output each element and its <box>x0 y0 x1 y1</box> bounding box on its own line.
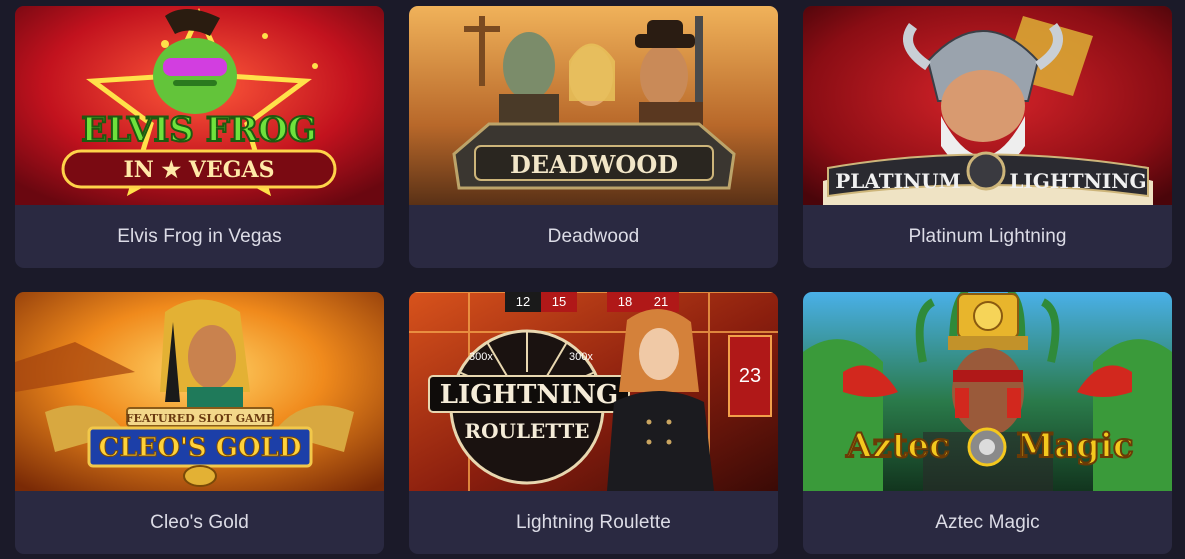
game-title[interactable]: Aztec Magic <box>803 491 1172 554</box>
multiplier-badge: 300x <box>569 351 593 363</box>
game-title[interactable]: Cleo's Gold <box>15 491 384 554</box>
game-card-cleos-gold[interactable]: FEATURED SLOT GAME CLEO'S GOLD Cleo's Go… <box>15 292 384 554</box>
logo-featured-label: FEATURED SLOT GAME <box>126 412 275 425</box>
logo-title-aztec: Aztec <box>845 426 950 466</box>
game-title[interactable]: Platinum Lightning <box>803 205 1172 268</box>
game-card-platinum-lightning[interactable]: PLATINUM LIGHTNING Platinum Lightning <box>803 6 1172 268</box>
roulette-number: 21 <box>654 294 668 309</box>
game-title[interactable]: Elvis Frog in Vegas <box>15 205 384 268</box>
game-card-elvis-frog[interactable]: ELVIS FROG IN ★ VEGAS Elvis Frog in Vega… <box>15 6 384 268</box>
game-title[interactable]: Lightning Roulette <box>409 491 778 554</box>
game-thumbnail-elvis-frog[interactable]: ELVIS FROG IN ★ VEGAS <box>15 6 384 205</box>
game-thumbnail-deadwood[interactable]: DEADWOOD <box>409 6 778 205</box>
game-thumbnail-lightning-roulette[interactable]: 12 15 18 21 23 300x 300x LIGHTNING ROULE… <box>409 292 778 491</box>
roulette-number: 15 <box>552 294 566 309</box>
game-grid: ELVIS FROG IN ★ VEGAS Elvis Frog in Vega… <box>0 0 1185 559</box>
game-thumbnail-cleos-gold[interactable]: FEATURED SLOT GAME CLEO'S GOLD <box>15 292 384 491</box>
game-title[interactable]: Deadwood <box>409 205 778 268</box>
game-card-deadwood[interactable]: DEADWOOD Deadwood <box>409 6 778 268</box>
logo-title-elvis-frog: ELVIS FROG <box>81 110 317 150</box>
logo-title-magic: Magic <box>1016 426 1133 466</box>
roulette-number: 18 <box>618 294 632 309</box>
game-card-lightning-roulette[interactable]: 12 15 18 21 23 300x 300x LIGHTNING ROULE… <box>409 292 778 554</box>
logo-subtitle-platinum-lightning: LIGHTNING <box>1009 169 1146 193</box>
game-card-aztec-magic[interactable]: Aztec Magic Aztec Magic <box>803 292 1172 554</box>
roulette-number: 23 <box>739 365 761 387</box>
logo-subtitle-elvis-frog: IN ★ VEGAS <box>123 157 274 183</box>
roulette-number: 12 <box>516 294 530 309</box>
game-thumbnail-aztec-magic[interactable]: Aztec Magic <box>803 292 1172 491</box>
logo-title-lightning-roulette: LIGHTNING <box>440 380 618 410</box>
logo-subtitle-lightning-roulette: ROULETTE <box>464 419 589 443</box>
game-thumbnail-platinum-lightning[interactable]: PLATINUM LIGHTNING <box>803 6 1172 205</box>
logo-title-platinum-lightning: PLATINUM <box>835 169 961 193</box>
logo-title-deadwood: DEADWOOD <box>510 150 678 179</box>
multiplier-badge: 300x <box>469 351 493 363</box>
logo-title-cleos-gold: CLEO'S GOLD <box>99 433 302 463</box>
